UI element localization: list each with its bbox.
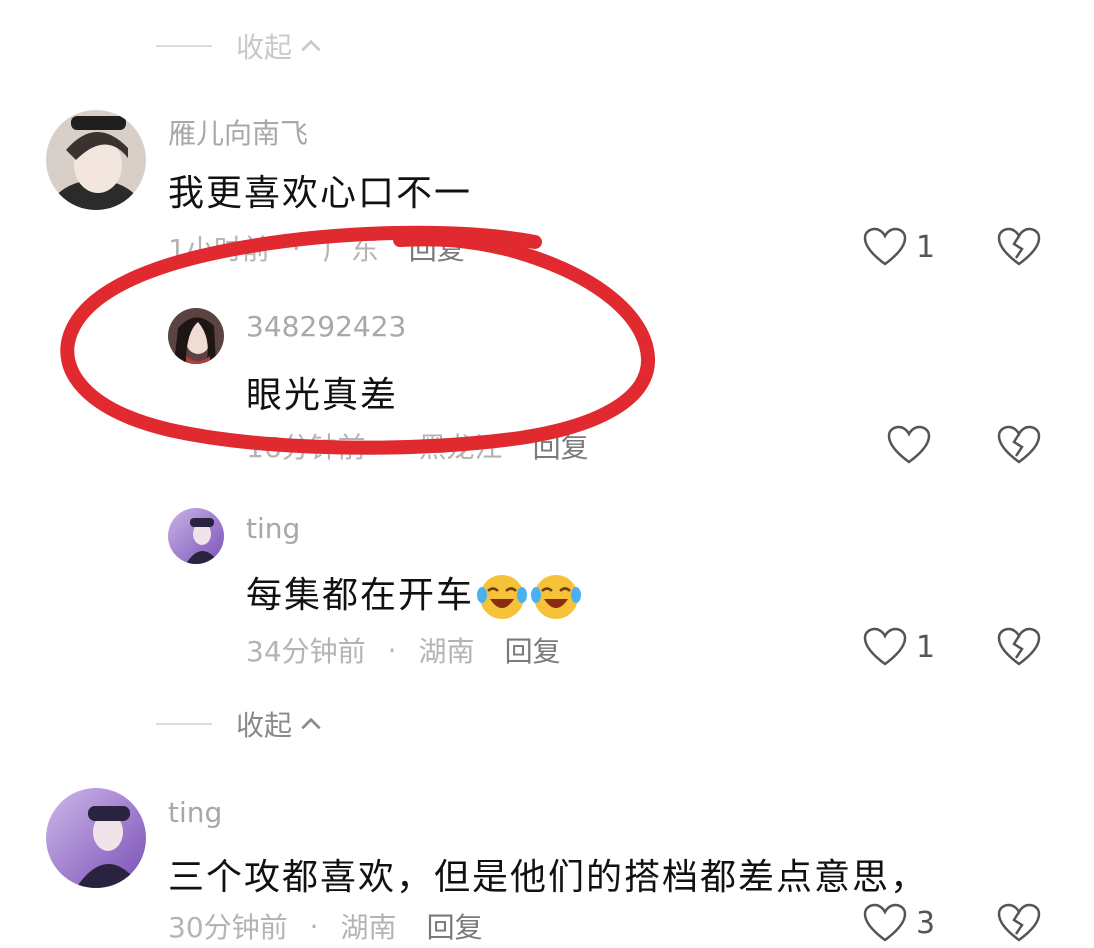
meta-separator: · [387,429,397,463]
collapse-label: 收起 [236,31,293,64]
laughing-crying-emoji-icon [476,571,528,623]
meta-separator: · [387,633,397,667]
like-count: 1 [916,229,936,265]
comment-time: 30分钟前 [168,911,288,944]
collapse-label: 收起 [236,709,293,742]
comment-location: 湖南 [340,911,397,944]
username[interactable]: 348292423 [246,310,406,343]
collapse-top[interactable]: 收起 [156,26,324,66]
comment-text-body: 每集都在开车 [246,575,475,616]
comment-location: 广东 [322,233,379,266]
collapse-divider [156,723,212,725]
collapse-replies[interactable]: 收起 [156,704,324,744]
like-count: 3 [916,905,936,941]
dislike-button[interactable] [996,626,1042,672]
meta-separator: · [309,909,319,943]
chevron-up-icon [301,717,321,730]
username[interactable]: ting [246,512,300,545]
heart-outline-icon [863,627,907,666]
collapse-divider [156,45,212,47]
comment-meta: 34分钟前 · 湖南 回复 [246,630,561,670]
like-count: 1 [916,629,936,665]
avatar[interactable] [168,508,224,564]
dislike-button[interactable] [996,424,1042,470]
dislike-button[interactable] [996,902,1042,948]
like-button[interactable]: 3 [862,902,935,944]
broken-heart-icon [997,227,1041,266]
comment-meta: 16分钟前 · 黑龙江 回复 [246,426,589,466]
broken-heart-icon [997,627,1041,666]
heart-outline-icon [887,425,931,464]
broken-heart-icon [997,425,1041,464]
username[interactable]: ting [168,796,222,829]
reply-button[interactable]: 回复 [533,426,589,466]
username[interactable]: 雁儿向南飞 [168,112,308,152]
comment-text: 眼光真差 [246,375,399,416]
comment-location: 黑龙江 [418,431,503,464]
comment-text: 三个攻都喜欢，但是他们的搭档都差点意思， [168,857,929,898]
dislike-button[interactable] [996,226,1042,272]
like-button[interactable]: 1 [862,626,935,668]
avatar[interactable] [46,788,146,888]
reply-button[interactable]: 回复 [427,906,483,946]
heart-outline-icon [863,227,907,266]
like-button[interactable]: 1 [862,226,935,268]
reply-button[interactable]: 回复 [505,630,561,670]
comment-meta: 30分钟前 · 湖南 回复 [168,906,483,946]
comment-meta: 1小时前 · 广东 回复 [168,228,465,268]
heart-outline-icon [863,903,907,942]
comment-location: 湖南 [418,635,475,668]
chevron-up-icon [301,39,321,52]
meta-separator: · [291,231,301,265]
like-button[interactable] [886,424,940,466]
avatar[interactable] [168,308,224,364]
comment-time: 34分钟前 [246,635,366,668]
laughing-crying-emoji-icon [530,571,582,623]
comment-time: 1小时前 [168,233,270,266]
broken-heart-icon [997,903,1041,942]
comment-text: 我更喜欢心口不一 [168,173,473,214]
reply-button[interactable]: 回复 [409,228,465,268]
comment-time: 16分钟前 [246,431,366,464]
avatar[interactable] [46,110,146,210]
comment-text: 每集都在开车 [246,566,582,623]
